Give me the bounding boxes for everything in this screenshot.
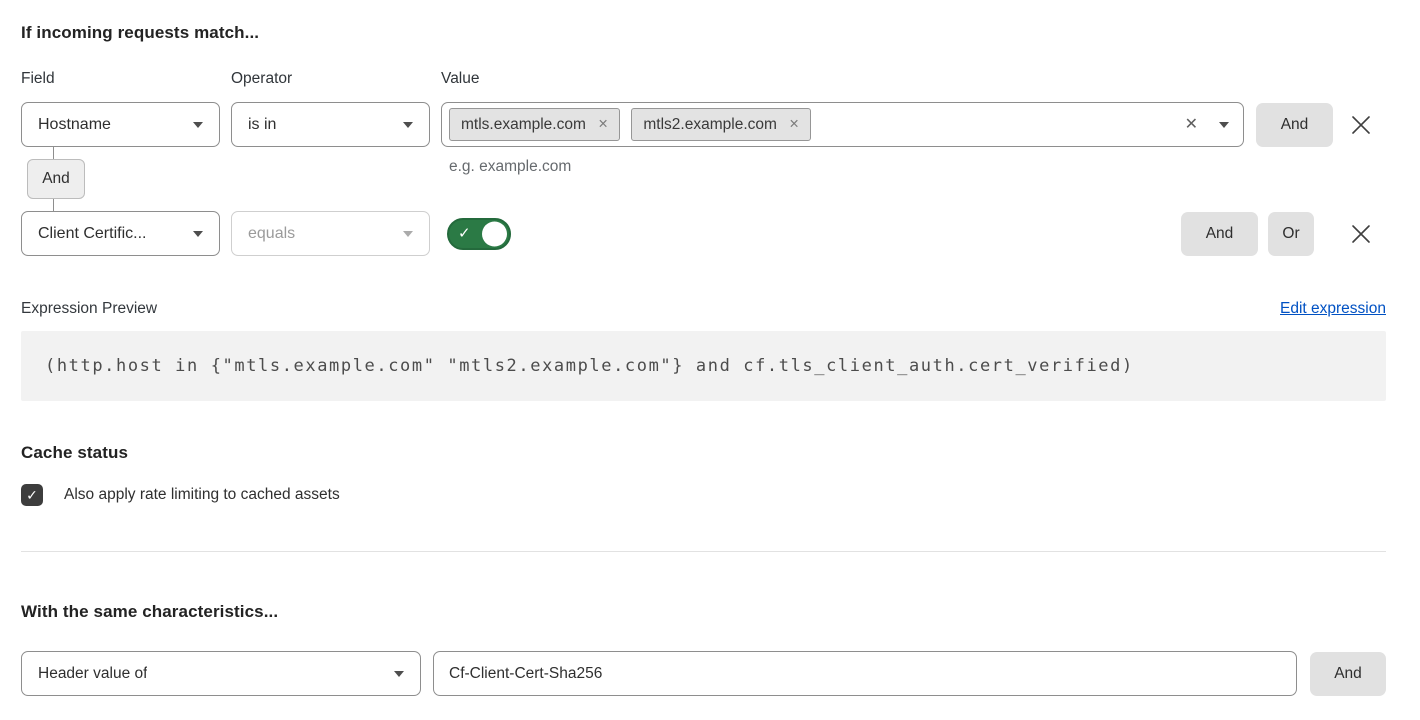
check-icon: ✓ bbox=[26, 488, 38, 502]
add-and-condition-button[interactable]: And bbox=[1256, 103, 1333, 147]
operator-column-label: Operator bbox=[231, 70, 441, 88]
header-name-input[interactable] bbox=[433, 651, 1297, 696]
remove-condition-button[interactable] bbox=[1349, 222, 1373, 246]
check-icon: ✓ bbox=[458, 226, 471, 241]
value-tag-text: mtls2.example.com bbox=[643, 116, 777, 134]
chevron-down-icon bbox=[403, 231, 413, 237]
add-characteristic-button[interactable]: And bbox=[1310, 652, 1386, 696]
cert-verified-toggle[interactable]: ✓ bbox=[447, 218, 511, 250]
chevron-down-icon bbox=[193, 122, 203, 128]
expression-preview-header: Expression Preview Edit expression bbox=[21, 300, 1386, 318]
toggle-knob bbox=[482, 221, 507, 246]
operator-select[interactable]: is in bbox=[231, 102, 430, 147]
cache-checkbox-row: ✓ Also apply rate limiting to cached ass… bbox=[21, 484, 1386, 506]
match-section-title: If incoming requests match... bbox=[21, 23, 1386, 43]
value-tag: mtls2.example.com ✕ bbox=[631, 108, 811, 141]
field-select[interactable]: Hostname bbox=[21, 102, 220, 147]
condition-row-2: Client Certific... equals ✓ And Or bbox=[21, 211, 1386, 256]
remove-condition-button[interactable] bbox=[1349, 113, 1373, 137]
value-column-label: Value bbox=[441, 70, 480, 88]
match-section: If incoming requests match... Field Oper… bbox=[21, 23, 1386, 401]
cache-status-title: Cache status bbox=[21, 443, 1386, 463]
column-labels: Field Operator Value bbox=[21, 70, 1386, 88]
tag-remove-icon[interactable]: ✕ bbox=[789, 118, 799, 131]
tag-remove-icon[interactable]: ✕ bbox=[598, 118, 608, 131]
cached-assets-checkbox-label: Also apply rate limiting to cached asset… bbox=[64, 486, 340, 504]
field-column-label: Field bbox=[21, 70, 231, 88]
expression-preview-label: Expression Preview bbox=[21, 300, 157, 318]
characteristics-section: With the same characteristics... Header … bbox=[21, 602, 1386, 696]
operator-select-value: is in bbox=[248, 116, 276, 134]
and-or-connector-button[interactable]: And bbox=[27, 159, 85, 199]
characteristic-type-value: Header value of bbox=[38, 665, 147, 683]
chevron-down-icon bbox=[403, 122, 413, 128]
connector-area: And e.g. example.com bbox=[21, 147, 1386, 211]
add-and-condition-button[interactable]: And bbox=[1181, 212, 1258, 256]
clear-all-icon[interactable]: ✕ bbox=[1185, 117, 1198, 133]
operator-select-disabled: equals bbox=[231, 211, 430, 256]
field-select-value: Client Certific... bbox=[38, 225, 146, 243]
section-divider bbox=[21, 551, 1386, 552]
value-tag-text: mtls.example.com bbox=[461, 116, 586, 134]
add-or-condition-button[interactable]: Or bbox=[1268, 212, 1314, 256]
characteristics-title: With the same characteristics... bbox=[21, 602, 1386, 622]
chevron-down-icon bbox=[394, 671, 404, 677]
rate-limiting-rule-builder: If incoming requests match... Field Oper… bbox=[21, 0, 1386, 696]
condition-row-1: Hostname is in mtls.example.com ✕ mtls2.… bbox=[21, 102, 1386, 147]
edit-expression-link[interactable]: Edit expression bbox=[1280, 300, 1386, 318]
cache-status-section: Cache status ✓ Also apply rate limiting … bbox=[21, 443, 1386, 506]
chevron-down-icon[interactable] bbox=[1219, 122, 1229, 128]
field-select-value: Hostname bbox=[38, 116, 111, 134]
close-icon bbox=[1350, 114, 1372, 136]
value-multiselect-input[interactable]: mtls.example.com ✕ mtls2.example.com ✕ ✕ bbox=[441, 102, 1244, 147]
value-helper-text: e.g. example.com bbox=[449, 158, 571, 176]
operator-select-placeholder: equals bbox=[248, 225, 295, 243]
field-select[interactable]: Client Certific... bbox=[21, 211, 220, 256]
chevron-down-icon bbox=[193, 231, 203, 237]
characteristics-row: Header value of And bbox=[21, 651, 1386, 696]
cached-assets-checkbox[interactable]: ✓ bbox=[21, 484, 43, 506]
close-icon bbox=[1350, 223, 1372, 245]
expression-preview-code: (http.host in {"mtls.example.com" "mtls2… bbox=[21, 331, 1386, 401]
characteristic-type-select[interactable]: Header value of bbox=[21, 651, 421, 696]
value-tag: mtls.example.com ✕ bbox=[449, 108, 620, 141]
